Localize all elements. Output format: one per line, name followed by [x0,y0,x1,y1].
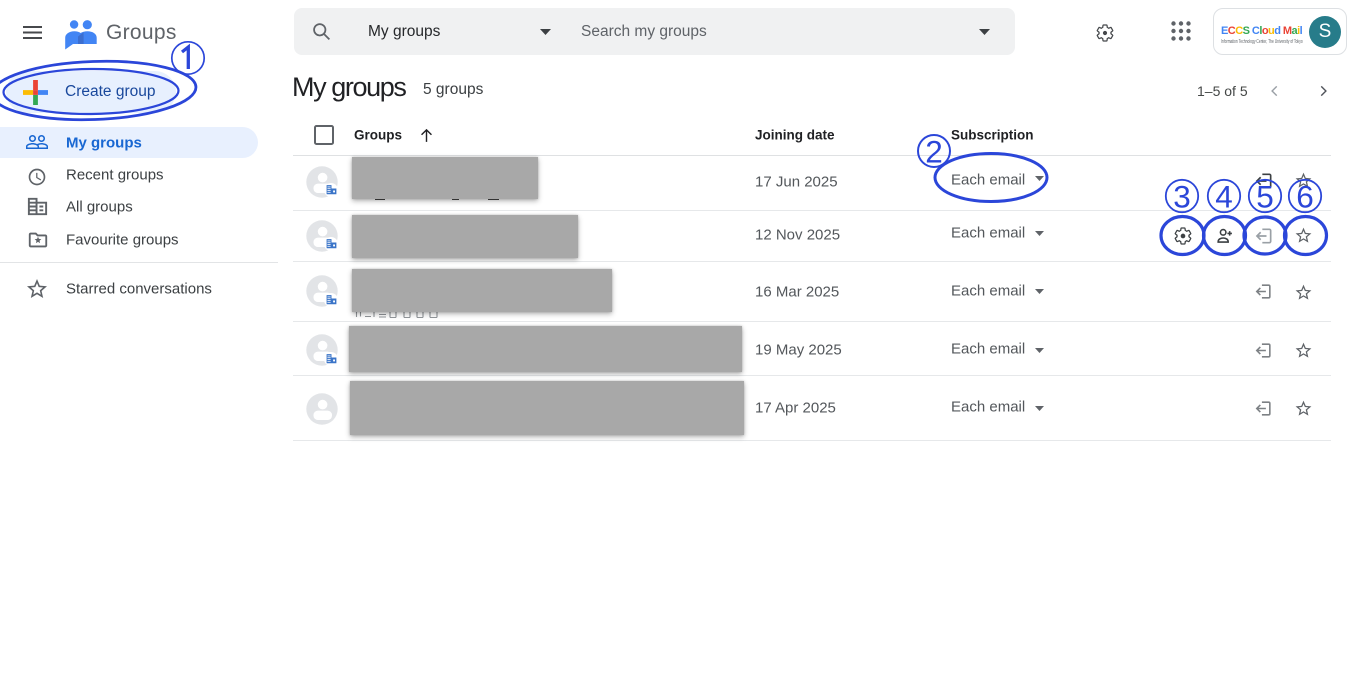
svg-text:2: 2 [925,134,943,170]
svg-text:4: 4 [1215,179,1233,215]
svg-text:3: 3 [1173,179,1191,215]
svg-text:6: 6 [1296,179,1314,215]
svg-text:5: 5 [1256,179,1274,215]
